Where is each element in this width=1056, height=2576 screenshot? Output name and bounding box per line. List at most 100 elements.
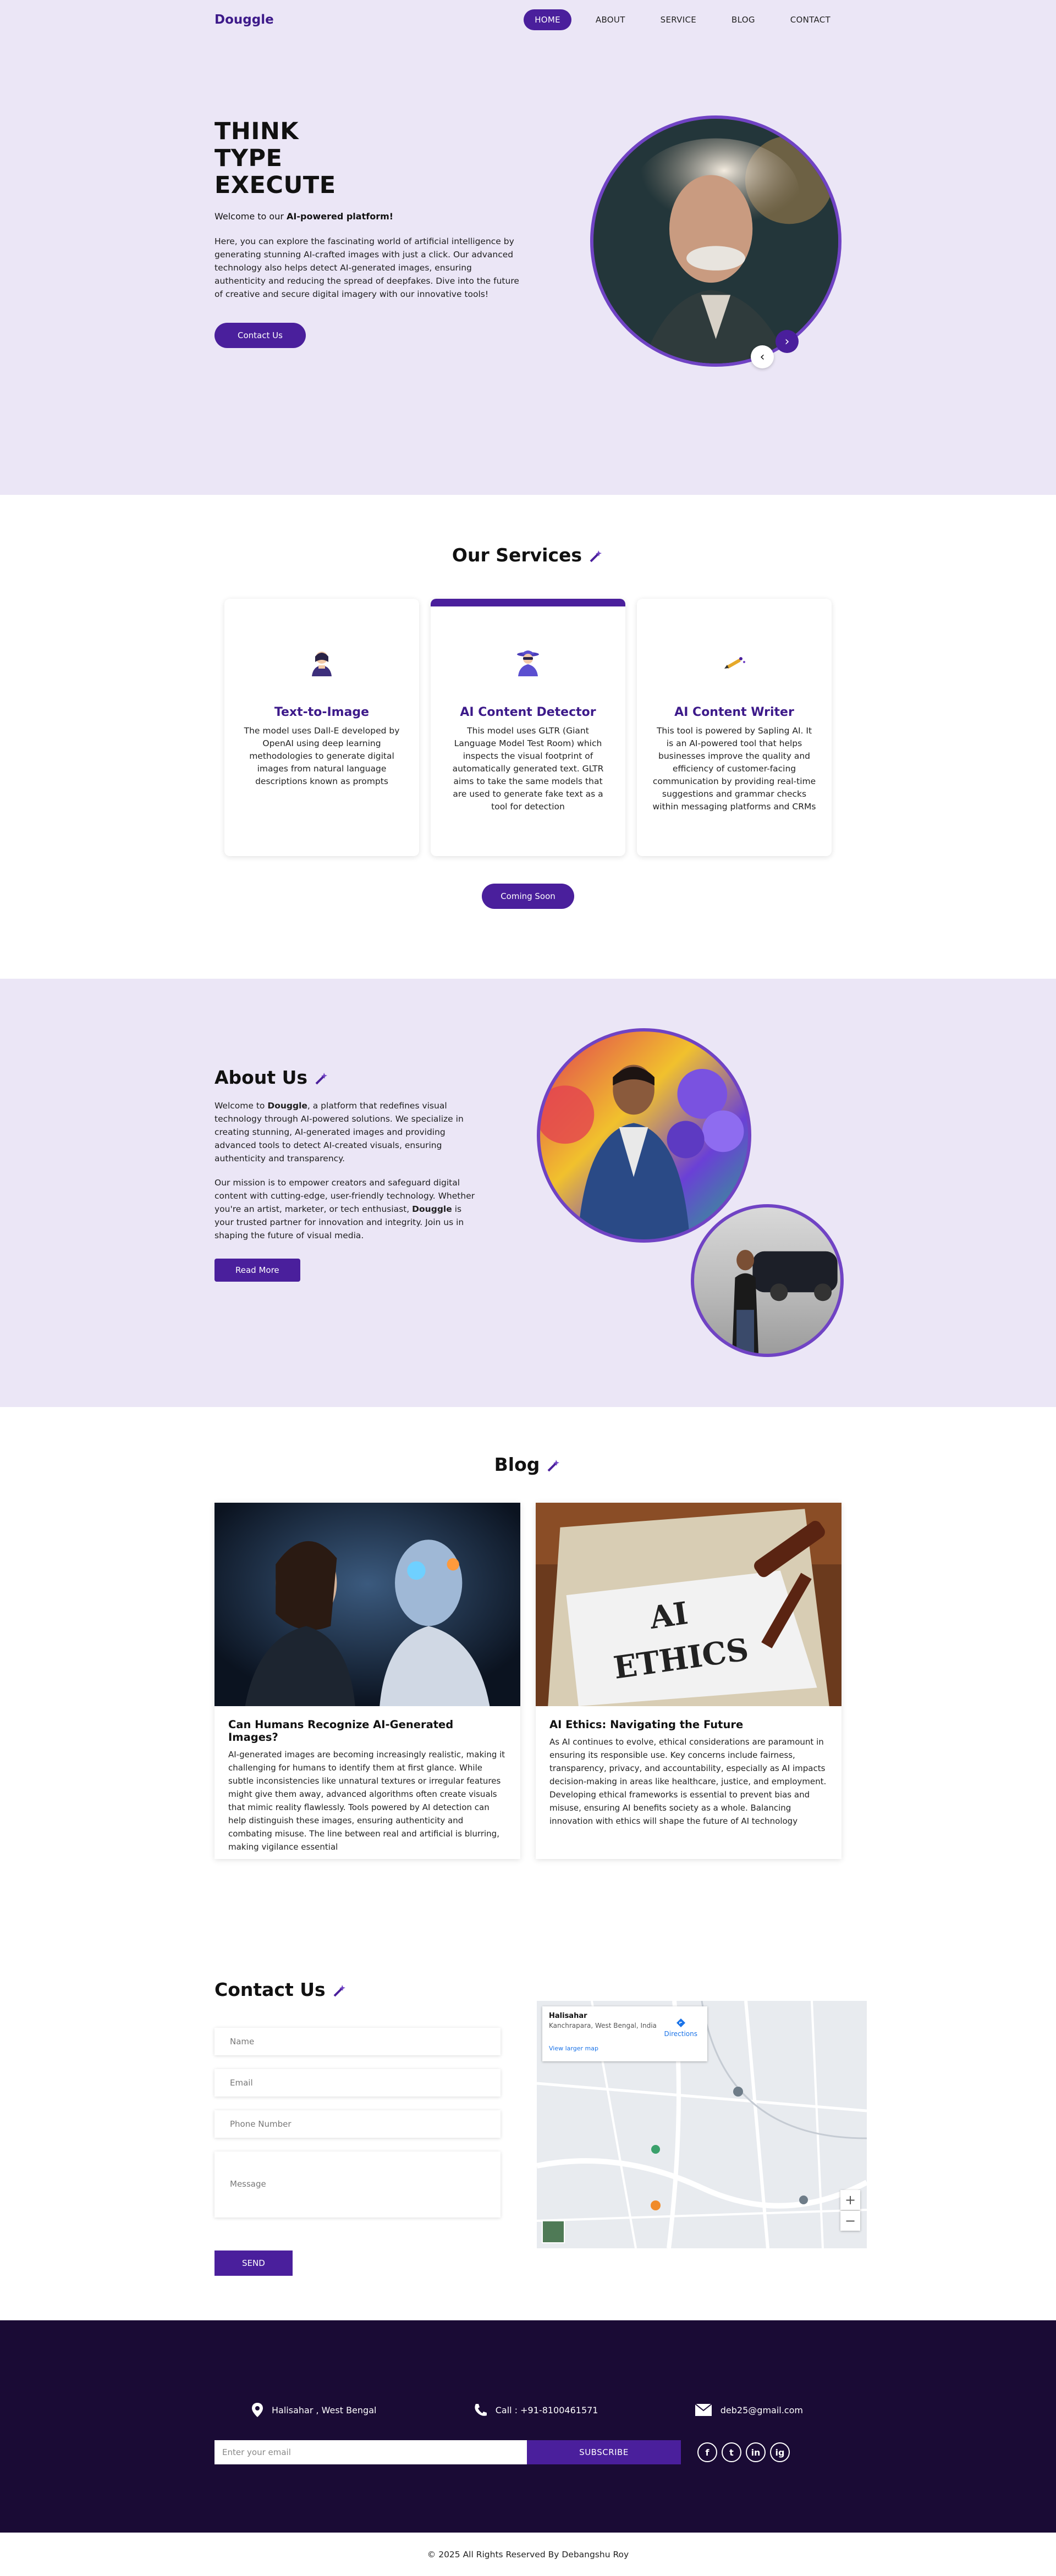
carousel-next-button[interactable]: › — [776, 330, 799, 353]
service-card-desc: The model uses Dall-E developed by OpenA… — [244, 726, 400, 786]
footer-contact-items: Halisahar , West Bengal Call : +91-81004… — [215, 2403, 842, 2417]
map-zoom-out[interactable]: − — [840, 2211, 860, 2231]
location-pin-icon — [252, 2403, 263, 2417]
blog-post-title[interactable]: Can Humans Recognize AI-Generated Images… — [228, 1718, 507, 1744]
contact-title-text: Contact Us — [215, 1979, 326, 2000]
subscribe-button[interactable]: SUBSCRIBE — [527, 2440, 681, 2464]
coming-soon-button[interactable]: Coming Soon — [482, 884, 574, 909]
welcome-bold: AI-powered platform! — [287, 211, 394, 222]
facebook-icon[interactable]: f — [697, 2442, 717, 2462]
directions-label: Directions — [664, 2030, 697, 2038]
hero-title-line: EXECUTE — [215, 172, 336, 199]
blog-post-text: AI-generated images are becoming increas… — [228, 1750, 505, 1852]
hero-title: THINK TYPE EXECUTE — [215, 118, 522, 199]
service-card-desc: This model uses GLTR (Giant Language Mod… — [452, 726, 604, 812]
footer-email-text: deb25@gmail.com — [720, 2404, 803, 2415]
magic-wand-icon — [547, 1459, 560, 1471]
footer-email[interactable]: deb25@gmail.com — [695, 2403, 803, 2417]
view-larger-map-link[interactable]: View larger map — [549, 2045, 701, 2052]
hero-description: Here, you can explore the fascinating wo… — [215, 236, 519, 299]
service-card-content-detector[interactable]: AI Content Detector This model uses GLTR… — [431, 599, 625, 856]
pencil-icon — [715, 643, 754, 681]
nav-about[interactable]: ABOUT — [585, 9, 636, 30]
nav-home[interactable]: HOME — [524, 9, 571, 30]
instagram-icon[interactable]: ig — [770, 2442, 790, 2462]
hero-section: THINK TYPE EXECUTE Welcome to our AI-pow… — [0, 0, 1056, 495]
about-photo-secondary — [691, 1204, 844, 1357]
footer-phone-text: Call : +91-8100461571 — [495, 2404, 598, 2415]
about-brand-bold: Douggle — [267, 1101, 307, 1111]
copyright: © 2025 All Rights Reserved By Debangshu … — [0, 2533, 1056, 2576]
mail-icon — [695, 2404, 712, 2416]
about-paragraph-2: Our mission is to empower creators and s… — [215, 1176, 479, 1242]
footer-location: Halisahar , West Bengal — [252, 2403, 376, 2417]
name-input[interactable]: Name — [215, 2028, 501, 2055]
subscribe-email-input[interactable]: Enter your email — [215, 2440, 527, 2464]
phone-icon — [475, 2404, 487, 2416]
contact-us-button[interactable]: Contact Us — [215, 323, 306, 348]
map-zoom-in[interactable]: + — [840, 2190, 860, 2210]
service-card-text-to-image[interactable]: Text-to-Image The model uses Dall-E deve… — [224, 599, 419, 856]
blog-post-text: As AI continues to evolve, ethical consi… — [549, 1737, 827, 1826]
services-title-text: Our Services — [452, 544, 582, 566]
newsletter-subscribe: Enter your email SUBSCRIBE f t in ig — [215, 2440, 790, 2464]
blog-title: Blog — [215, 1454, 842, 1475]
hero-title-line: THINK — [215, 118, 299, 145]
map-info-card: Halisahar Kanchrapara, West Bengal, Indi… — [542, 2006, 707, 2061]
magic-wand-icon — [590, 550, 602, 562]
nav-blog[interactable]: BLOG — [721, 9, 766, 30]
about-title: About Us — [215, 1067, 479, 1088]
service-card-content-writer[interactable]: AI Content Writer This tool is powered b… — [637, 599, 832, 856]
blog-post-image-ai-ethics: AI ETHICS — [536, 1503, 842, 1706]
message-textarea[interactable]: Message — [215, 2152, 501, 2218]
about-title-text: About Us — [215, 1067, 308, 1088]
brand-logo[interactable]: Douggle — [215, 13, 274, 27]
read-more-button[interactable]: Read More — [215, 1259, 300, 1282]
service-card-desc: This tool is powered by Sapling AI. It i… — [652, 726, 816, 812]
blog-post-title[interactable]: AI Ethics: Navigating the Future — [549, 1718, 828, 1731]
footer: Halisahar , West Bengal Call : +91-81004… — [0, 2320, 1056, 2533]
directions-icon — [676, 2018, 685, 2027]
email-input[interactable]: Email — [215, 2069, 501, 2097]
about-paragraph-1: Welcome to Douggle, a platform that rede… — [215, 1099, 479, 1165]
service-cards: Text-to-Image The model uses Dall-E deve… — [215, 599, 842, 856]
nav-menu: HOME ABOUT SERVICE BLOG CONTACT — [524, 9, 842, 30]
contact-form: Contact Us Name Email Phone Number Messa… — [215, 1979, 501, 2276]
blog-post-card[interactable]: AI ETHICS AI Ethics: Navigating the Futu… — [536, 1503, 842, 1859]
blog-grid: Can Humans Recognize AI-Generated Images… — [215, 1503, 842, 1859]
twitter-icon[interactable]: t — [722, 2442, 741, 2462]
magic-wand-icon — [333, 1984, 345, 1996]
linkedin-icon[interactable]: in — [746, 2442, 766, 2462]
nav-service[interactable]: SERVICE — [650, 9, 707, 30]
hero-title-line: TYPE — [215, 145, 283, 172]
nav-contact[interactable]: CONTACT — [779, 9, 842, 30]
send-button[interactable]: SEND — [215, 2250, 293, 2276]
services-section: Our Services Text-to-Image The model use… — [0, 495, 1056, 979]
about-text-span: Welcome to — [215, 1101, 265, 1111]
footer-phone[interactable]: Call : +91-8100461571 — [474, 2403, 598, 2417]
google-map[interactable]: Halisahar Kanchrapara, West Bengal, Indi… — [537, 2001, 867, 2248]
services-title: Our Services — [215, 544, 842, 566]
service-card-title: AI Content Writer — [674, 705, 794, 719]
hero-portrait-image — [590, 115, 842, 367]
contact-section: Contact Us Name Email Phone Number Messa… — [0, 1951, 1056, 2320]
ai-ethics-image-text-1: AI — [647, 1596, 690, 1636]
about-section: About Us Welcome to Douggle, a platform … — [0, 979, 1056, 1407]
blog-post-image-human-robot — [215, 1503, 520, 1706]
artist-icon — [302, 643, 341, 681]
blog-section: Blog Can Humans Recognize AI-Generated I… — [0, 1407, 1056, 1951]
blog-title-text: Blog — [494, 1454, 540, 1475]
about-photo-main — [537, 1028, 751, 1243]
detective-icon — [509, 643, 547, 681]
about-brand-bold: Douggle — [412, 1204, 452, 1214]
carousel-prev-button[interactable]: ‹ — [751, 345, 774, 368]
blog-post-body: AI Ethics: Navigating the Future As AI c… — [536, 1706, 842, 1840]
magic-wand-icon — [315, 1072, 328, 1084]
navbar: Douggle HOME ABOUT SERVICE BLOG CONTACT — [0, 0, 1056, 40]
coming-soon-wrap: Coming Soon — [215, 884, 842, 909]
footer-location-text: Halisahar , West Bengal — [272, 2404, 377, 2415]
map-directions-button[interactable]: Directions — [664, 2017, 697, 2038]
phone-input[interactable]: Phone Number — [215, 2110, 501, 2138]
blog-post-card[interactable]: Can Humans Recognize AI-Generated Images… — [215, 1503, 520, 1859]
hero-welcome: Welcome to our AI-powered platform! — [215, 211, 522, 222]
